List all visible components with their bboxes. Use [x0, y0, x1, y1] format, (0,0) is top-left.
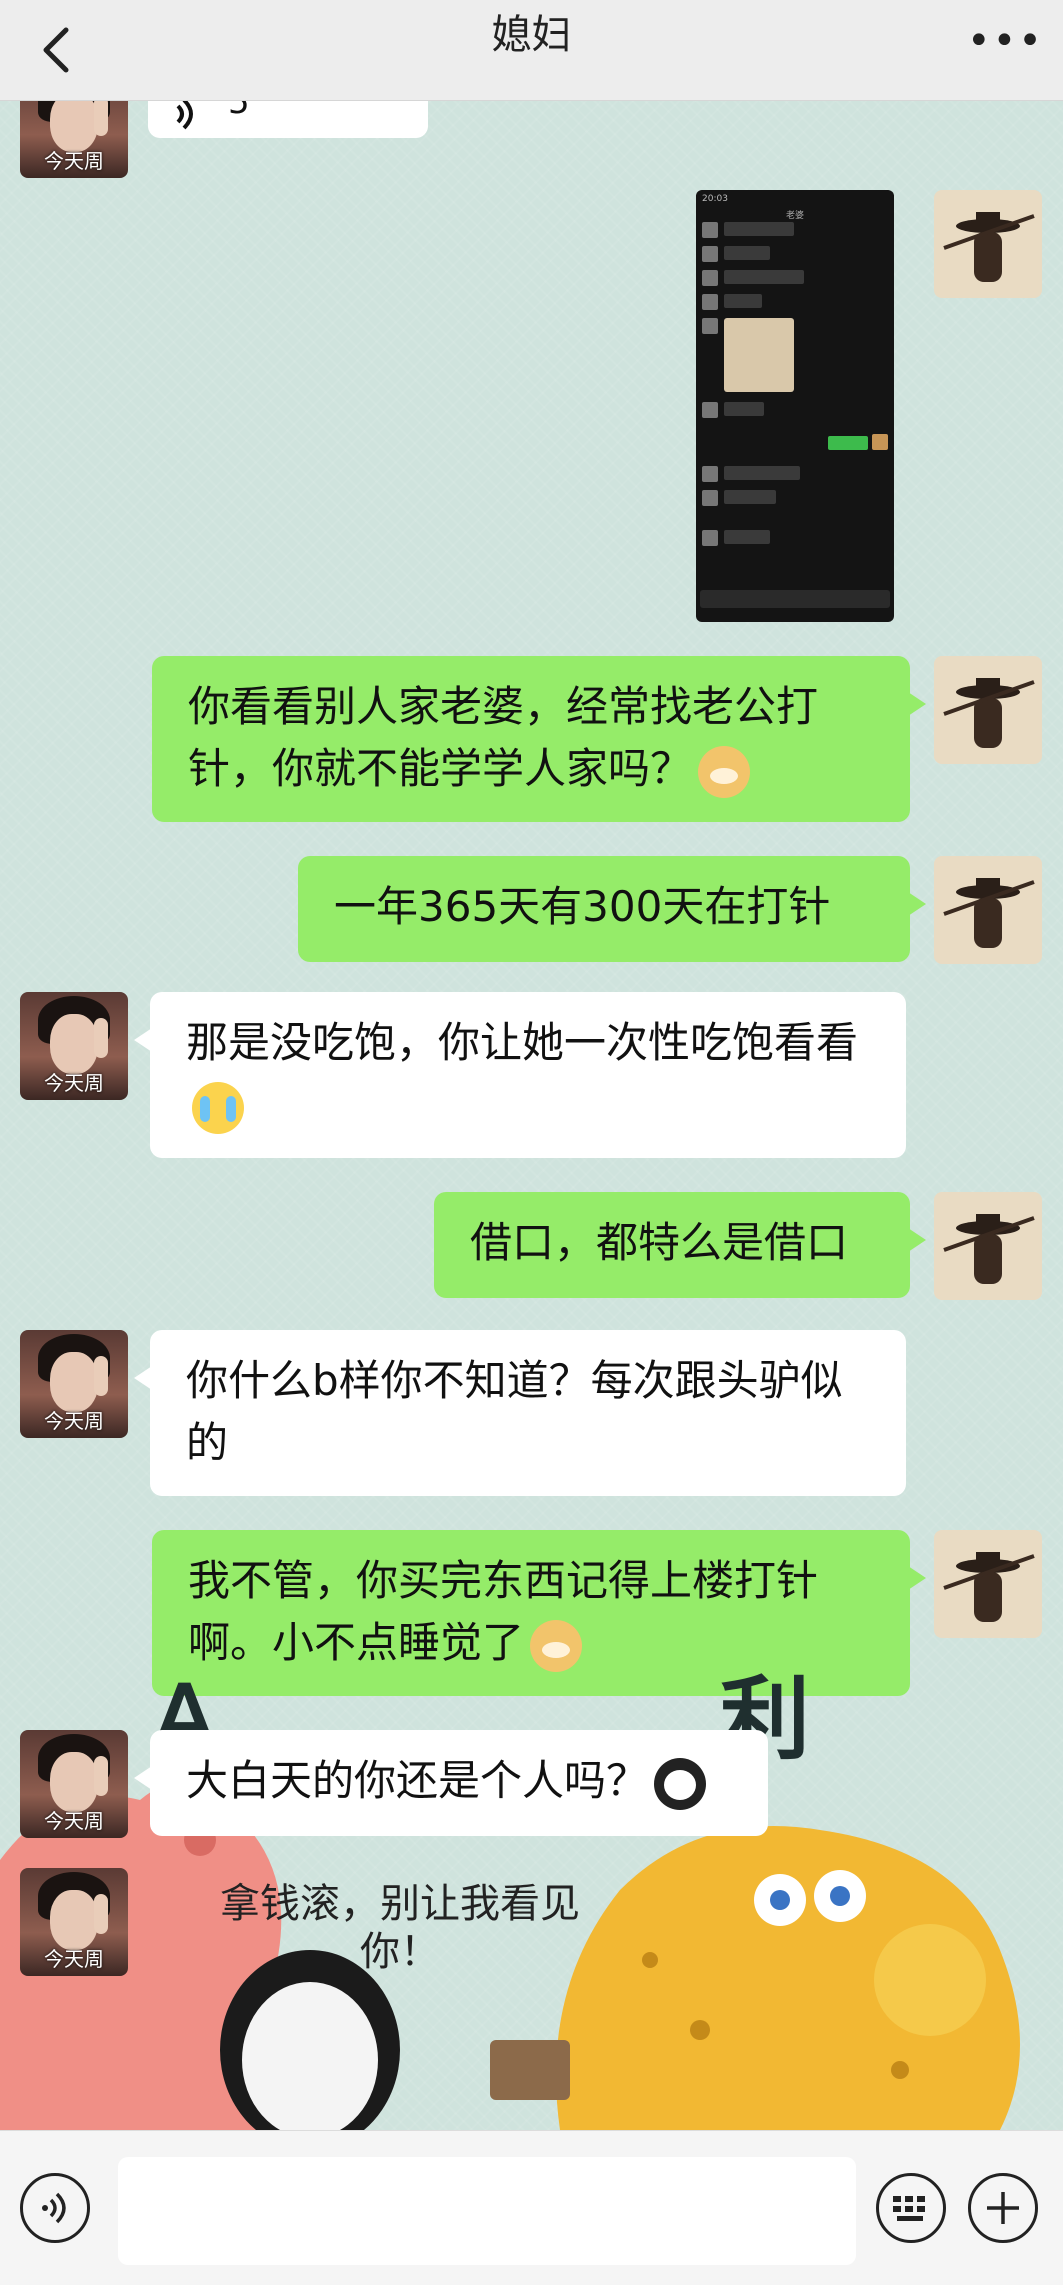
more-options-button[interactable]: •••	[967, 18, 1042, 64]
contact-avatar[interactable]: 今天周	[20, 100, 128, 178]
message-bubble[interactable]: 大白天的你还是个人吗？	[134, 1730, 768, 1836]
voice-message[interactable]: 5"	[148, 100, 428, 138]
my-avatar[interactable]	[934, 1192, 1042, 1300]
message-bubble[interactable]: 你看看别人家老婆，经常找老公打针，你就不能学学人家吗？	[152, 656, 926, 822]
voice-duration: 5"	[228, 100, 266, 122]
hat-man-silhouette-icon	[943, 212, 1035, 282]
more-functions-button[interactable]	[968, 2173, 1038, 2243]
contact-avatar[interactable]: 今天周	[20, 1730, 128, 1838]
image-status-time: 20:03	[702, 194, 728, 204]
hat-man-silhouette-icon	[943, 1552, 1035, 1622]
voice-icon	[42, 2192, 66, 2224]
chat-area[interactable]: 今天周 5" 20:03 老婆 你看看别人家老婆，经常找老公打针，你就不能学学人…	[0, 100, 1063, 2130]
crying-emoji-icon	[192, 1081, 244, 1134]
message-bubble[interactable]: 那是没吃饱，你让她一次性吃饱看看	[134, 992, 906, 1158]
chat-title: 媳妇	[491, 12, 572, 58]
hat-man-silhouette-icon	[943, 1214, 1035, 1284]
message-input[interactable]	[118, 2157, 856, 2265]
my-avatar[interactable]	[934, 856, 1042, 964]
voice-wave-icon	[176, 100, 193, 130]
my-avatar[interactable]	[934, 1530, 1042, 1638]
message-bubble[interactable]: 一年365天有300天在打针	[298, 856, 926, 962]
my-avatar[interactable]	[934, 656, 1042, 764]
doge-emoji-icon	[698, 745, 751, 798]
top-bar: 媳妇 •••	[0, 0, 1063, 101]
plus-icon	[987, 2192, 1019, 2224]
message-bubble[interactable]: 借口，都特么是借口	[434, 1192, 926, 1298]
my-avatar[interactable]	[934, 190, 1042, 298]
contact-avatar[interactable]: 今天周	[20, 992, 128, 1100]
contact-avatar[interactable]: 今天周	[20, 1868, 128, 1976]
image-contact-name: 老婆	[785, 211, 804, 221]
input-bar	[0, 2130, 1063, 2285]
message-bubble[interactable]: 你什么b样你不知道？每次跟头驴似的	[134, 1330, 906, 1496]
hat-man-silhouette-icon	[943, 678, 1035, 748]
keyboard-button[interactable]	[876, 2173, 946, 2243]
keyboard-icon	[893, 2196, 925, 2221]
sticker-caption: 拿钱滚，别让我看见你！	[220, 1881, 580, 1975]
voice-input-button[interactable]	[20, 2173, 90, 2243]
contact-avatar[interactable]: 今天周	[20, 1330, 128, 1438]
panda-emoji-icon	[654, 1757, 707, 1810]
hat-man-silhouette-icon	[943, 878, 1035, 948]
image-message[interactable]: 20:03 老婆	[696, 190, 894, 622]
